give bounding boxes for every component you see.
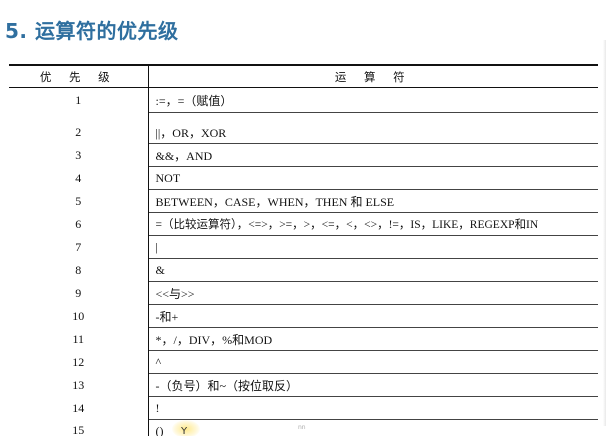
level-cell: 10 (9, 304, 149, 328)
level-cell: 13 (9, 373, 149, 397)
precedence-table: 优 先 级 运 算 符 1 :=，=（赋值） 2 ||，OR，XOR 3 &&，… (9, 66, 598, 436)
level-cell: 11 (9, 327, 149, 351)
table-row: 7 | (9, 235, 598, 259)
level-cell: 4 (9, 166, 149, 190)
operators-cell: *，/，DIV，%和MOD (148, 327, 598, 351)
faint-mark: nn (298, 424, 306, 431)
level-cell: 6 (9, 212, 149, 236)
page-heading: 5. 运算符的优先级 (5, 19, 179, 43)
table-row: 5 BETWEEN，CASE，WHEN，THEN 和 ELSE (9, 189, 598, 213)
operators-cell: :=，=（赋值） (148, 87, 598, 113)
operators-cell: NOT (148, 166, 598, 190)
level-cell: 1 (9, 87, 149, 113)
operators-cell: | (148, 235, 598, 259)
header-operators: 运 算 符 (148, 66, 598, 88)
scroll-edge (603, 40, 606, 426)
operators-cell: () (155, 423, 164, 436)
level-cell: 7 (9, 235, 149, 259)
table-row: 1 :=，=（赋值） (9, 87, 598, 113)
level-cell: 3 (9, 143, 149, 167)
level-cell: 12 (9, 350, 149, 374)
level-cell: 15 (9, 419, 149, 436)
table-row: 4 NOT (9, 166, 598, 190)
operators-cell: -（负号）和~（按位取反） (148, 373, 598, 397)
table-row: 11 *，/，DIV，%和MOD (9, 327, 598, 351)
operators-cell: BETWEEN，CASE，WHEN，THEN 和 ELSE (148, 189, 598, 213)
table-row: 13 -（负号）和~（按位取反） (9, 373, 598, 397)
level-cell: 5 (9, 189, 149, 213)
operators-cell: &&，AND (148, 143, 598, 167)
level-cell: 9 (9, 281, 149, 305)
operators-cell: & (148, 258, 598, 282)
table-row: 12 ^ (9, 350, 598, 374)
table-row: 14 ! (9, 396, 598, 420)
operators-cell: ^ (148, 350, 598, 374)
operators-cell: =（比较运算符），<=>，>=，>，<=，<，<>，!=，IS，LIKE，REG… (148, 212, 598, 236)
table-row: 3 &&，AND (9, 143, 598, 167)
header-level: 优 先 级 (9, 66, 149, 88)
table-row: 2 ||，OR，XOR (9, 121, 598, 144)
operators-cell: -和+ (148, 304, 598, 328)
table-row: 8 & (9, 258, 598, 282)
cursor-glyph: Y (181, 426, 188, 436)
level-cell: 8 (9, 258, 149, 282)
operators-cell: ! (148, 396, 598, 420)
level-cell: 2 (9, 121, 149, 144)
operators-cell: ||，OR，XOR (148, 121, 598, 144)
level-cell: 14 (9, 396, 149, 420)
table-row-spacer (9, 112, 598, 121)
table-row: 10 -和+ (9, 304, 598, 328)
precedence-table-wrapper: 优 先 级 运 算 符 1 :=，=（赋值） 2 ||，OR，XOR 3 &&，… (9, 64, 598, 436)
operators-cell: <<与>> (148, 281, 598, 305)
table-row: 9 <<与>> (9, 281, 598, 305)
table-row: 6 =（比较运算符），<=>，>=，>，<=，<，<>，!=，IS，LIKE，R… (9, 212, 598, 236)
